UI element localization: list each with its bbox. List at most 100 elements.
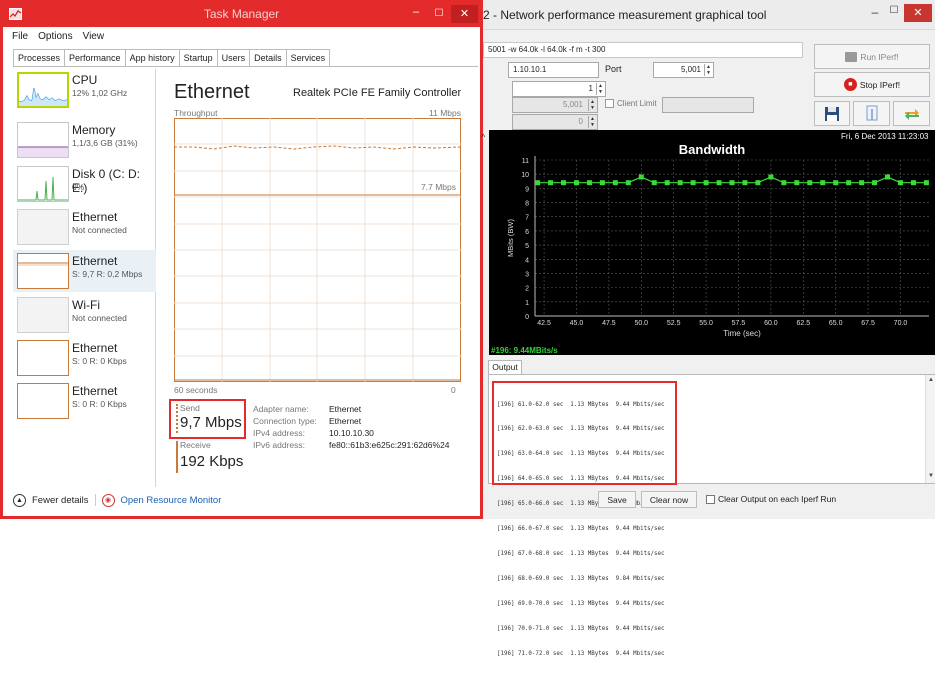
client-limit-field[interactable]	[662, 97, 754, 113]
sidebar-item-cpu[interactable]: CPU 12% 1,02 GHz	[13, 69, 156, 111]
maximize-icon[interactable]: ☐	[885, 5, 903, 16]
tm-title-bar[interactable]: Task Manager – ☐ ✕	[3, 3, 480, 27]
chevron-up-icon[interactable]: ▲	[13, 493, 26, 507]
scroll-down-icon[interactable]: ▼	[926, 473, 935, 479]
close-icon[interactable]: ✕	[904, 4, 932, 22]
output-line: [196] 70.0-71.0 sec 1.13 MBytes 9.44 Mbi…	[497, 625, 665, 632]
save-config-button[interactable]	[814, 101, 850, 126]
throughput-graph: 7.7 Mbps	[174, 118, 461, 382]
sidebar-item-sub: 1,1/3,6 GB (31%)	[72, 138, 138, 148]
close-icon[interactable]: ✕	[451, 5, 478, 23]
jperf-window-title: 2 - Network performance measurement grap…	[483, 8, 767, 22]
wifi-thumbnail	[17, 297, 69, 333]
run-icon	[845, 51, 858, 62]
tab-performance[interactable]: Performance	[65, 49, 126, 67]
clear-now-button[interactable]: Clear now	[641, 491, 697, 508]
menu-view[interactable]: View	[83, 31, 105, 42]
sidebar-item-wifi[interactable]: Wi-Fi Not connected	[13, 294, 156, 336]
minimize-icon[interactable]: –	[866, 5, 884, 19]
graph-zero-label: 0	[451, 385, 456, 395]
save-output-button[interactable]: Save	[598, 491, 636, 508]
tab-processes[interactable]: Processes	[13, 49, 66, 67]
stop-iperf-button[interactable]: ■ Stop IPerf!	[814, 72, 930, 97]
load-config-button[interactable]	[853, 101, 890, 126]
bandwidth-chart: 0 1 2 3 4 5 6 7 8 9 10 11 42.5 45.0 47.5 50.0 52.5 55.0 57…	[506, 156, 929, 338]
maximize-icon[interactable]: ☐	[429, 5, 449, 23]
memory-thumbnail	[17, 122, 69, 158]
iperf-command-field[interactable]: 5001 -w 64.0k -l 64.0k -f m -t 300	[483, 42, 803, 58]
task-manager-window: Task Manager – ☐ ✕ File Options View Pro…	[0, 0, 483, 519]
sidebar-item-disk[interactable]: Disk 0 (C: D: E:) 0%	[13, 163, 156, 205]
run-iperf-label: Run IPerf!	[860, 51, 899, 62]
y-tick-label: 1	[525, 300, 529, 307]
x-tick-label: 67.5	[861, 320, 875, 327]
collapse-arrow-icon[interactable]: ^	[481, 132, 485, 142]
jperf-title-bar[interactable]: 2 - Network performance measurement grap…	[483, 0, 935, 30]
detail-key: Adapter name:	[253, 404, 309, 414]
sidebar-item-sub: S: 9,7 R: 0,2 Mbps	[72, 269, 143, 279]
memory-sparkline	[18, 146, 68, 157]
y-tick-label: 5	[525, 243, 529, 250]
data-point	[742, 180, 748, 186]
listen-port-stepper[interactable]: 5,001 ▲ ▼	[512, 97, 598, 113]
y-tick-label: 4	[525, 257, 529, 264]
stop-icon: ■	[843, 78, 857, 91]
run-iperf-button[interactable]: Run IPerf!	[814, 44, 930, 69]
data-point	[897, 180, 903, 186]
refresh-arrows-icon	[904, 108, 919, 120]
open-resource-monitor-link[interactable]: Open Resource Monitor	[121, 495, 222, 506]
x-tick-label: 52.5	[667, 320, 681, 327]
data-point	[625, 180, 631, 186]
port-stepper[interactable]: 5,001 ▲ ▼	[653, 62, 714, 78]
sidebar-item-label: Memory	[72, 123, 116, 137]
sidebar-item-ethernet-2[interactable]: Ethernet S: 9,7 R: 0,2 Mbps	[13, 250, 156, 292]
output-scrollbar[interactable]: ▲ ▼	[925, 375, 935, 483]
tab-services[interactable]: Services	[286, 49, 331, 67]
server-address-field[interactable]: 1.10.10.1	[508, 62, 599, 78]
sidebar-item-sub: Not connected	[72, 313, 127, 323]
port-value: 5,001	[680, 65, 701, 74]
restore-defaults-button[interactable]	[893, 101, 930, 126]
client-limit-label: Client Limit	[617, 99, 657, 108]
sidebar-item-sub: Not connected	[72, 225, 127, 235]
sidebar-item-label: Ethernet	[72, 384, 118, 398]
spinner-arrows-icon[interactable]: ▲ ▼	[596, 83, 604, 95]
tab-app-history[interactable]: App history	[125, 49, 180, 67]
scroll-up-icon[interactable]: ▲	[926, 377, 935, 383]
output-line: [196] 62.0-63.0 sec 1.13 MBytes 9.44 Mbi…	[497, 426, 665, 433]
clear-on-run-checkbox[interactable]	[706, 495, 715, 504]
spinner-arrows-icon[interactable]: ▲ ▼	[704, 64, 712, 76]
listen-port-value: 5,001	[562, 100, 583, 109]
minimize-icon[interactable]: –	[406, 5, 426, 23]
sidebar-item-sub: S: 0 R: 0 Kbps	[72, 399, 127, 409]
sidebar-item-ethernet-4[interactable]: Ethernet S: 0 R: 0 Kbps	[13, 380, 156, 422]
fewer-details-link[interactable]: Fewer details	[32, 495, 89, 506]
output-line: [196] 66.0-67.0 sec 1.13 MBytes 9.44 Mbi…	[497, 526, 665, 533]
spinner-arrows-icon[interactable]: ▲ ▼	[588, 99, 596, 111]
menu-options[interactable]: Options	[38, 31, 72, 42]
menu-file[interactable]: File	[12, 31, 28, 42]
tm-footer: ▲ Fewer details ◉ Open Resource Monitor	[13, 491, 221, 509]
performance-sidebar: CPU 12% 1,02 GHz Memory 1,1/3,6 GB (31%)…	[13, 69, 156, 487]
receive-value: 192 Kbps	[180, 453, 244, 470]
connections-stepper[interactable]: 0 ▲ ▼	[512, 114, 598, 130]
sidebar-item-ethernet-3[interactable]: Ethernet S: 0 R: 0 Kbps	[13, 337, 156, 379]
output-text-area[interactable]: [196] 61.0-62.0 sec 1.13 MBytes 9.44 Mbi…	[488, 374, 935, 657]
x-tick-label: 62.5	[796, 320, 810, 327]
tab-details[interactable]: Details	[250, 49, 287, 67]
sidebar-item-sub: 12% 1,02 GHz	[72, 88, 128, 98]
tab-output[interactable]: Output	[488, 360, 522, 374]
spinner-arrows-icon[interactable]: ▲ ▼	[588, 116, 596, 128]
client-limit-checkbox[interactable]	[605, 99, 614, 108]
data-point	[820, 180, 826, 186]
data-point	[612, 180, 618, 186]
sidebar-item-ethernet-1[interactable]: Ethernet Not connected	[13, 206, 156, 248]
sidebar-item-memory[interactable]: Memory 1,1/3,6 GB (31%)	[13, 119, 156, 161]
parallel-streams-stepper[interactable]: 1 ▲ ▼	[512, 81, 606, 97]
tab-startup[interactable]: Startup	[179, 49, 218, 67]
data-point	[781, 180, 787, 186]
tab-users[interactable]: Users	[217, 49, 251, 67]
output-line: [196] 64.0-65.0 sec 1.13 MBytes 9.44 Mbi…	[497, 476, 665, 483]
parallel-value: 1	[588, 84, 593, 93]
send-legend-bar	[176, 404, 178, 433]
